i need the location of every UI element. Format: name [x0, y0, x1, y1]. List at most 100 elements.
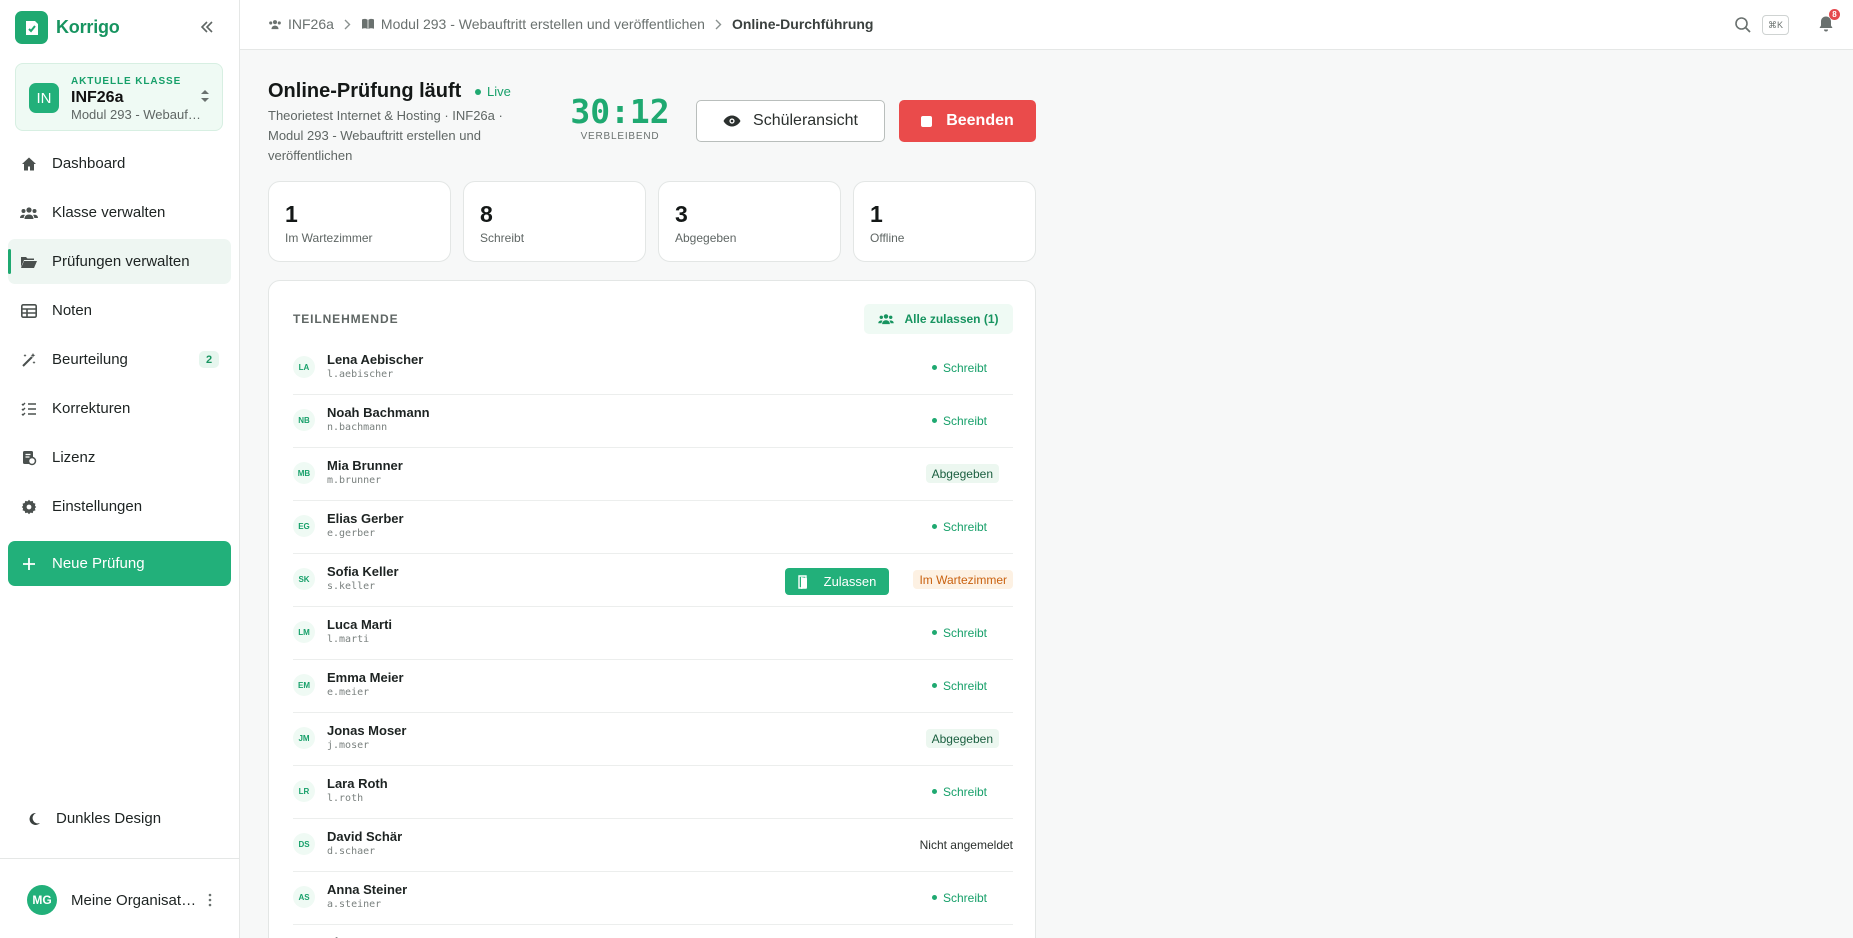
class-subtitle: Modul 293 - Webauftritt erstellen und ve…	[71, 107, 203, 122]
brand[interactable]: Korrigo	[15, 11, 120, 44]
status-badge: Schreibt	[932, 888, 987, 907]
sidebar-item-beurteilung[interactable]: Beurteilung 2	[8, 337, 231, 382]
sidebar-item-dashboard[interactable]: Dashboard	[8, 141, 231, 186]
status-badge: Schreibt	[932, 411, 987, 430]
participant-username: l.roth	[327, 793, 364, 804]
participant-row: LR Lara Roth l.roth Schreibt	[293, 766, 1013, 819]
stat-label: Im Wartezimmer	[285, 231, 373, 245]
participant-name: Jonas Moser	[327, 723, 407, 738]
home-icon	[20, 155, 38, 173]
stat-label: Schreibt	[480, 231, 525, 245]
participant-row: DS David Schär d.schaer Nicht angemeldet	[293, 819, 1013, 872]
status-badge: Schreibt	[932, 782, 987, 801]
dark-mode-toggle[interactable]: Dunkles Design	[26, 810, 161, 827]
book-icon	[361, 17, 375, 31]
participant-row: MB Mia Brunner m.brunner Abgegeben	[293, 448, 1013, 501]
stat-value: 1	[870, 201, 883, 227]
participant-avatar: NB	[293, 409, 315, 431]
participant-name: Elias Gerber	[327, 511, 404, 526]
countdown-timer: 30:12	[570, 92, 670, 131]
sidebar-item-korrekturen[interactable]: Korrekturen	[8, 386, 231, 431]
page-title: Online-Prüfung läuft	[268, 80, 462, 102]
dark-mode-label: Dunkles Design	[56, 810, 162, 827]
sidebar-item-label: Prüfungen verwalten	[52, 253, 190, 270]
participant-name: Luca Marti	[327, 617, 393, 632]
status-badge: Schreibt	[932, 623, 987, 642]
sidebar-item-label: Klasse verwalten	[52, 204, 166, 221]
stop-icon	[921, 115, 933, 127]
participant-row: LA Lena Aebischer l.aebischer Schreibt	[293, 342, 1013, 395]
sidebar-item-pruefungen[interactable]: Prüfungen verwalten	[8, 239, 231, 284]
class-name: INF26a	[71, 89, 124, 106]
more-vertical-icon[interactable]	[202, 892, 218, 908]
list-check-icon	[20, 400, 38, 418]
org-avatar: MG	[27, 885, 57, 915]
participant-row: LM Luca Marti l.marti Schreibt	[293, 607, 1013, 660]
status-badge: Schreibt	[932, 676, 987, 695]
beurteilung-count-badge: 2	[199, 351, 219, 368]
breadcrumb-class[interactable]: INF26a	[268, 16, 334, 32]
class-switcher[interactable]: IN AKTUELLE KLASSE INF26a Modul 293 - We…	[15, 63, 223, 131]
korrigo-logo-icon	[15, 11, 48, 44]
participant-username: e.meier	[327, 687, 370, 698]
breadcrumb-current: Online-Durchführung	[731, 16, 874, 32]
participant-row: TVTim Vogtt.vogtAbgegeben	[293, 925, 1013, 938]
sidebar-item-klasse[interactable]: Klasse verwalten	[8, 190, 231, 235]
participant-row: SK Sofia Keller s.keller Zulassen Im Wartezi…	[293, 554, 1013, 607]
new-exam-button[interactable]: Neue Prüfung	[8, 541, 231, 586]
moon-icon	[26, 811, 42, 827]
participant-username: n.bachmann	[327, 422, 388, 433]
end-exam-button[interactable]: Beenden	[899, 100, 1036, 142]
admit-all-label: Alle zulassen (1)	[904, 312, 999, 326]
sidebar-item-label: Einstellungen	[52, 498, 143, 515]
participant-name: Sofia Keller	[327, 564, 399, 579]
participant-name: Noah Bachmann	[327, 405, 430, 420]
status-badge: Schreibt	[932, 358, 987, 377]
breadcrumb-module[interactable]: Modul 293 - Webauftritt erstellen und ve…	[361, 16, 705, 32]
participant-avatar: LA	[293, 356, 315, 378]
sidebar-item-einstellungen[interactable]: Einstellungen	[8, 484, 231, 529]
sidebar-nav: Dashboard Klasse verwalten Prüfungen ver…	[8, 141, 231, 533]
admit-label: Zulassen	[823, 574, 877, 589]
participant-row: AS Anna Steiner a.steiner Schreibt	[293, 872, 1013, 925]
participant-username: l.marti	[327, 634, 370, 645]
org-name: Meine Organisation	[71, 891, 197, 909]
student-view-label: Schüleransicht	[753, 112, 858, 129]
live-label: Live	[487, 84, 511, 99]
brand-name: Korrigo	[56, 17, 120, 37]
sidebar-divider	[0, 858, 240, 859]
breadcrumb: INF26a Modul 293 - Webauftritt erstellen…	[268, 16, 873, 32]
admit-button[interactable]: Zulassen	[785, 568, 889, 595]
stat-card-writing: 8 Schreibt	[463, 181, 646, 262]
sidebar-item-lizenz[interactable]: Lizenz	[8, 435, 231, 480]
exam-subtitle: Theorietest Internet & Hosting · INF26a …	[268, 108, 503, 163]
sidebar-item-label: Noten	[52, 302, 93, 319]
admit-all-button[interactable]: Alle zulassen (1)	[864, 304, 1013, 334]
users-icon	[268, 17, 282, 31]
participant-avatar: JM	[293, 727, 315, 749]
sidebar-item-noten[interactable]: Noten	[8, 288, 231, 333]
magic-wand-icon	[20, 351, 38, 369]
eye-icon	[723, 112, 741, 130]
participant-username: m.brunner	[327, 475, 382, 486]
topbar: INF26a Modul 293 - Webauftritt erstellen…	[240, 0, 1853, 50]
live-indicator: Live	[475, 84, 511, 99]
class-eyebrow: AKTUELLE KLASSE	[71, 76, 182, 87]
search-icon[interactable]	[1734, 16, 1752, 34]
stat-card-waiting: 1 Im Wartezimmer	[268, 181, 451, 262]
student-view-button[interactable]: Schüleransicht	[696, 100, 885, 142]
status-badge: Abgegeben	[925, 464, 999, 483]
plus-icon	[20, 555, 38, 573]
sidebar-item-label: Korrekturen	[52, 400, 131, 417]
collapse-sidebar-icon[interactable]	[196, 16, 218, 38]
participant-row: JM Jonas Moser j.moser Abgegeben	[293, 713, 1013, 766]
stat-card-submitted: 3 Abgegeben	[658, 181, 841, 262]
status-badge: Abgegeben	[925, 729, 999, 748]
participant-avatar: EM	[293, 674, 315, 696]
participant-avatar: EG	[293, 515, 315, 537]
stat-value: 8	[480, 201, 493, 227]
organization-switcher[interactable]: MG Meine Organisation	[27, 885, 227, 915]
participant-name: Lena Aebischer	[327, 352, 424, 367]
stat-value: 3	[675, 201, 688, 227]
participant-name: Mia Brunner	[327, 458, 403, 473]
